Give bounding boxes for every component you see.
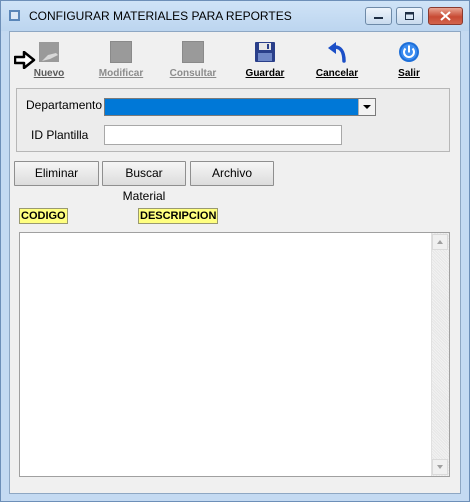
id-plantilla-input[interactable]	[104, 125, 342, 145]
materials-list[interactable]	[19, 232, 450, 477]
toolbar-nuevo-button[interactable]: Nuevo	[19, 38, 79, 80]
departamento-select[interactable]	[104, 98, 376, 116]
id-plantilla-label: ID Plantilla	[31, 128, 89, 142]
chevron-down-icon[interactable]	[358, 99, 375, 115]
column-header-descripcion: DESCRIPCION	[138, 208, 219, 224]
main-window: CONFIGURAR MATERIALES PARA REPORTES Nuev…	[0, 0, 470, 502]
toolbar-salir-label: Salir	[398, 68, 420, 79]
title-bar[interactable]: CONFIGURAR MATERIALES PARA REPORTES	[1, 1, 469, 31]
archivo-button[interactable]: Archivo	[190, 161, 274, 186]
toolbar-modificar-label: Modificar	[98, 68, 144, 79]
minimize-icon	[374, 17, 383, 19]
minimize-button[interactable]	[365, 7, 392, 25]
buscar-material-button[interactable]: Buscar Material	[102, 161, 186, 203]
toolbar-salir-button[interactable]: Salir	[379, 38, 439, 80]
new-document-icon	[39, 42, 59, 62]
maximize-icon	[405, 12, 414, 20]
toolbar-nuevo-label: Nuevo	[33, 68, 65, 79]
departamento-label: Departamento	[26, 98, 103, 112]
floppy-disk-icon	[255, 42, 275, 62]
toolbar-guardar-button[interactable]: Guardar	[235, 38, 295, 80]
scroll-up-icon[interactable]	[432, 234, 448, 250]
query-icon	[182, 41, 204, 63]
power-icon	[399, 42, 419, 62]
app-icon	[9, 10, 20, 21]
toolbar-consultar-button[interactable]: Consultar	[163, 38, 223, 80]
close-icon	[440, 11, 451, 21]
undo-arrow-icon	[328, 42, 346, 63]
maximize-button[interactable]	[396, 7, 423, 25]
toolbar-guardar-label: Guardar	[245, 68, 285, 79]
window-title: CONFIGURAR MATERIALES PARA REPORTES	[29, 9, 292, 23]
close-button[interactable]	[428, 7, 463, 25]
edit-icon	[110, 41, 132, 63]
toolbar-modificar-button[interactable]: Modificar	[91, 38, 151, 80]
scroll-down-icon[interactable]	[432, 459, 448, 475]
vertical-scrollbar[interactable]	[431, 233, 449, 476]
client-area: Nuevo Modificar Consultar Guardar Cancel…	[9, 31, 461, 494]
column-header-codigo: CODIGO	[19, 208, 68, 224]
toolbar-cancelar-button[interactable]: Cancelar	[307, 38, 367, 80]
toolbar-cancelar-label: Cancelar	[315, 68, 359, 79]
toolbar-consultar-label: Consultar	[169, 68, 217, 79]
eliminar-button[interactable]: Eliminar	[14, 161, 99, 186]
